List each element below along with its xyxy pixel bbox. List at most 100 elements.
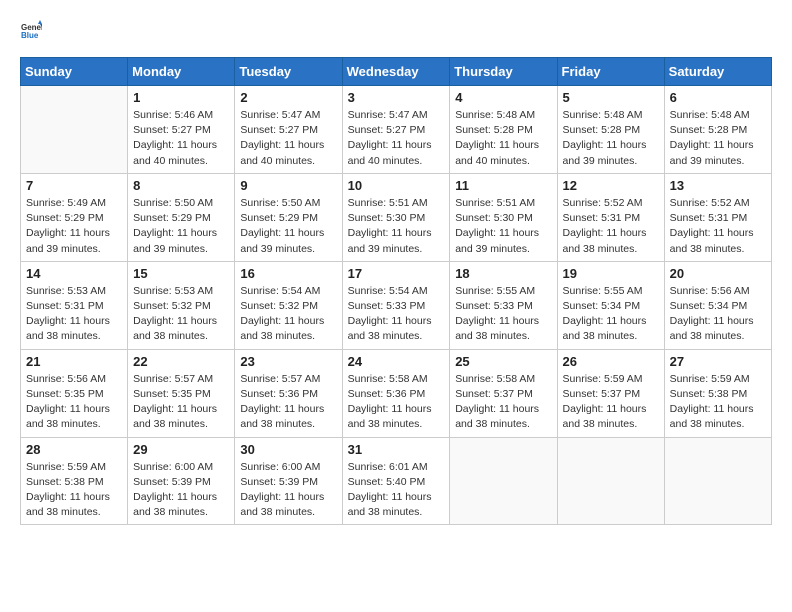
day-number: 7 [26,178,122,193]
day-info: Sunrise: 6:00 AMSunset: 5:39 PMDaylight:… [133,460,229,521]
day-number: 19 [563,266,659,281]
calendar-cell [664,437,771,525]
weekday-header-monday: Monday [128,58,235,86]
calendar-cell: 13 Sunrise: 5:52 AMSunset: 5:31 PMDayligh… [664,173,771,261]
day-info: Sunrise: 5:59 AMSunset: 5:38 PMDaylight:… [26,460,122,521]
day-info: Sunrise: 5:50 AMSunset: 5:29 PMDaylight:… [240,196,336,257]
day-info: Sunrise: 5:54 AMSunset: 5:33 PMDaylight:… [348,284,445,345]
calendar-cell [21,86,128,174]
day-info: Sunrise: 6:00 AMSunset: 5:39 PMDaylight:… [240,460,336,521]
day-number: 13 [670,178,766,193]
calendar-cell: 14 Sunrise: 5:53 AMSunset: 5:31 PMDayligh… [21,261,128,349]
weekday-header-tuesday: Tuesday [235,58,342,86]
day-info: Sunrise: 5:51 AMSunset: 5:30 PMDaylight:… [348,196,445,257]
calendar-cell: 15Sunrise: 5:53 AMSunset: 5:32 PMDayligh… [128,261,235,349]
header: General Blue [20,20,772,47]
calendar-cell: 2 Sunrise: 5:47 AMSunset: 5:27 PMDaylight… [235,86,342,174]
day-number: 28 [26,442,122,457]
day-number: 24 [348,354,445,369]
day-number: 26 [563,354,659,369]
day-info: Sunrise: 5:55 AMSunset: 5:33 PMDaylight:… [455,284,551,345]
day-info: Sunrise: 5:53 AMSunset: 5:32 PMDaylight:… [133,284,229,345]
day-info: Sunrise: 5:56 AMSunset: 5:34 PMDaylight:… [670,284,766,345]
day-info: Sunrise: 5:47 AMSunset: 5:27 PMDaylight:… [240,108,336,169]
calendar: SundayMondayTuesdayWednesdayThursdayFrid… [20,57,772,525]
day-number: 16 [240,266,336,281]
calendar-cell: 19Sunrise: 5:55 AMSunset: 5:34 PMDayligh… [557,261,664,349]
day-info: Sunrise: 5:47 AMSunset: 5:27 PMDaylight:… [348,108,445,169]
day-number: 21 [26,354,122,369]
calendar-cell: 30 Sunrise: 6:00 AMSunset: 5:39 PMDayligh… [235,437,342,525]
day-number: 1 [133,90,229,105]
day-number: 18 [455,266,551,281]
weekday-header-thursday: Thursday [450,58,557,86]
calendar-cell [557,437,664,525]
day-number: 8 [133,178,229,193]
day-info: Sunrise: 5:52 AMSunset: 5:31 PMDaylight:… [563,196,659,257]
calendar-cell: 23 Sunrise: 5:57 AMSunset: 5:36 PMDayligh… [235,349,342,437]
day-info: Sunrise: 5:56 AMSunset: 5:35 PMDaylight:… [26,372,122,433]
calendar-cell: 12 Sunrise: 5:52 AMSunset: 5:31 PMDayligh… [557,173,664,261]
day-number: 20 [670,266,766,281]
calendar-week-row: 1 Sunrise: 5:46 AMSunset: 5:27 PMDaylight… [21,86,772,174]
calendar-cell: 1 Sunrise: 5:46 AMSunset: 5:27 PMDaylight… [128,86,235,174]
day-number: 6 [670,90,766,105]
day-number: 12 [563,178,659,193]
day-info: Sunrise: 5:57 AMSunset: 5:35 PMDaylight:… [133,372,229,433]
calendar-week-row: 28 Sunrise: 5:59 AMSunset: 5:38 PMDayligh… [21,437,772,525]
day-info: Sunrise: 5:48 AMSunset: 5:28 PMDaylight:… [670,108,766,169]
day-number: 11 [455,178,551,193]
svg-text:Blue: Blue [21,31,39,40]
day-info: Sunrise: 5:48 AMSunset: 5:28 PMDaylight:… [563,108,659,169]
day-info: Sunrise: 6:01 AMSunset: 5:40 PMDaylight:… [348,460,445,521]
day-number: 17 [348,266,445,281]
day-info: Sunrise: 5:59 AMSunset: 5:38 PMDaylight:… [670,372,766,433]
day-info: Sunrise: 5:49 AMSunset: 5:29 PMDaylight:… [26,196,122,257]
day-number: 14 [26,266,122,281]
day-info: Sunrise: 5:58 AMSunset: 5:36 PMDaylight:… [348,372,445,433]
day-number: 23 [240,354,336,369]
calendar-week-row: 7 Sunrise: 5:49 AMSunset: 5:29 PMDaylight… [21,173,772,261]
calendar-cell: 27 Sunrise: 5:59 AMSunset: 5:38 PMDayligh… [664,349,771,437]
day-info: Sunrise: 5:52 AMSunset: 5:31 PMDaylight:… [670,196,766,257]
logo-graphic: General Blue [20,20,42,47]
day-number: 10 [348,178,445,193]
calendar-cell: 28 Sunrise: 5:59 AMSunset: 5:38 PMDayligh… [21,437,128,525]
day-info: Sunrise: 5:57 AMSunset: 5:36 PMDaylight:… [240,372,336,433]
day-info: Sunrise: 5:51 AMSunset: 5:30 PMDaylight:… [455,196,551,257]
day-info: Sunrise: 5:59 AMSunset: 5:37 PMDaylight:… [563,372,659,433]
calendar-cell: 25 Sunrise: 5:58 AMSunset: 5:37 PMDayligh… [450,349,557,437]
day-number: 9 [240,178,336,193]
day-info: Sunrise: 5:53 AMSunset: 5:31 PMDaylight:… [26,284,122,345]
day-number: 3 [348,90,445,105]
day-number: 25 [455,354,551,369]
calendar-cell: 11 Sunrise: 5:51 AMSunset: 5:30 PMDayligh… [450,173,557,261]
day-info: Sunrise: 5:54 AMSunset: 5:32 PMDaylight:… [240,284,336,345]
calendar-cell: 18 Sunrise: 5:55 AMSunset: 5:33 PMDayligh… [450,261,557,349]
calendar-cell: 29 Sunrise: 6:00 AMSunset: 5:39 PMDayligh… [128,437,235,525]
calendar-cell: 4Sunrise: 5:48 AMSunset: 5:28 PMDaylight… [450,86,557,174]
day-number: 29 [133,442,229,457]
day-number: 27 [670,354,766,369]
weekday-header-friday: Friday [557,58,664,86]
calendar-cell: 20 Sunrise: 5:56 AMSunset: 5:34 PMDayligh… [664,261,771,349]
day-number: 2 [240,90,336,105]
day-number: 30 [240,442,336,457]
day-info: Sunrise: 5:48 AMSunset: 5:28 PMDaylight:… [455,108,551,169]
weekday-header-sunday: Sunday [21,58,128,86]
weekday-header-row: SundayMondayTuesdayWednesdayThursdayFrid… [21,58,772,86]
calendar-cell: 7 Sunrise: 5:49 AMSunset: 5:29 PMDaylight… [21,173,128,261]
calendar-cell: 17 Sunrise: 5:54 AMSunset: 5:33 PMDayligh… [342,261,450,349]
day-info: Sunrise: 5:58 AMSunset: 5:37 PMDaylight:… [455,372,551,433]
day-number: 22 [133,354,229,369]
calendar-cell: 5 Sunrise: 5:48 AMSunset: 5:28 PMDaylight… [557,86,664,174]
weekday-header-wednesday: Wednesday [342,58,450,86]
calendar-cell: 22 Sunrise: 5:57 AMSunset: 5:35 PMDayligh… [128,349,235,437]
calendar-cell: 8Sunrise: 5:50 AMSunset: 5:29 PMDaylight… [128,173,235,261]
calendar-cell: 9 Sunrise: 5:50 AMSunset: 5:29 PMDaylight… [235,173,342,261]
day-info: Sunrise: 5:46 AMSunset: 5:27 PMDaylight:… [133,108,229,169]
weekday-header-saturday: Saturday [664,58,771,86]
calendar-week-row: 21 Sunrise: 5:56 AMSunset: 5:35 PMDayligh… [21,349,772,437]
day-number: 31 [348,442,445,457]
day-number: 5 [563,90,659,105]
